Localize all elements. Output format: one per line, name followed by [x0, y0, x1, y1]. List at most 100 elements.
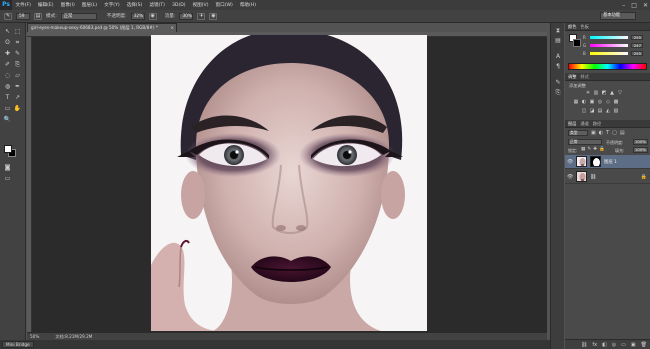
- tab-paths[interactable]: 路径: [593, 121, 601, 127]
- levels-icon[interactable]: ▥: [593, 90, 599, 96]
- eraser-tool-icon[interactable]: ▱: [13, 71, 22, 80]
- hue-saturation-icon[interactable]: ▦: [573, 99, 579, 105]
- layer-opacity-field[interactable]: 100%: [633, 139, 648, 145]
- minimize-button[interactable]: –: [622, 2, 625, 9]
- blue-value-field[interactable]: 255: [631, 50, 643, 56]
- tab-styles[interactable]: 样式: [580, 74, 588, 80]
- tab-layers[interactable]: 图层: [568, 121, 576, 127]
- color-spectrum-bar[interactable]: [568, 63, 647, 70]
- lock-icons[interactable]: ▦✎✚🔒: [581, 147, 607, 152]
- layer-kind-filter[interactable]: 类型: [568, 130, 588, 136]
- portrait-image[interactable]: [151, 35, 427, 331]
- green-slider-track[interactable]: [590, 43, 628, 47]
- workspace-select[interactable]: 基本功能: [600, 12, 636, 20]
- foreground-color-swatch[interactable]: [4, 145, 12, 153]
- new-layer-icon[interactable]: ▣: [631, 342, 636, 348]
- maximize-button[interactable]: □: [631, 2, 637, 9]
- link-layers-icon[interactable]: ⛓: [581, 342, 587, 348]
- gradient-tool-icon[interactable]: ◍: [3, 82, 12, 91]
- layer-style-icon[interactable]: fx: [592, 342, 597, 348]
- menu-help[interactable]: 帮助(H): [236, 2, 259, 8]
- threshold-icon[interactable]: ▤: [597, 108, 603, 114]
- mini-bridge-tab[interactable]: Mini Bridge: [2, 341, 34, 348]
- fill-field[interactable]: 100%: [633, 147, 648, 153]
- green-value-field[interactable]: 247: [631, 42, 643, 48]
- brush-tool-icon[interactable]: ✎: [13, 49, 22, 58]
- red-value-field[interactable]: 255: [631, 34, 643, 40]
- flow-field[interactable]: 30%: [179, 12, 194, 20]
- posterize-icon[interactable]: ◪: [589, 108, 595, 114]
- menu-image[interactable]: 图像(I): [57, 2, 78, 8]
- quick-mask-icon[interactable]: ◙: [3, 163, 12, 172]
- selective-color-icon[interactable]: ▧: [613, 108, 619, 114]
- layer-row[interactable]: 👁 ⛓ 🔒: [565, 170, 650, 184]
- black-white-icon[interactable]: ▣: [589, 99, 595, 105]
- menu-edit[interactable]: 编辑(E): [34, 2, 57, 8]
- pen-tool-icon[interactable]: ✒: [13, 82, 22, 91]
- layer-filter-icons[interactable]: ▣◐T▢▤: [591, 130, 641, 136]
- document-size-readout[interactable]: 文档:8.21M/29.2M: [55, 334, 92, 340]
- tab-swatches[interactable]: 色板: [580, 24, 588, 30]
- tab-adjustments[interactable]: 调整: [568, 74, 576, 80]
- color-lookup-icon[interactable]: ▩: [613, 99, 619, 105]
- history-panel-icon[interactable]: ⧗: [554, 27, 562, 35]
- color-balance-icon[interactable]: ◐: [581, 99, 587, 105]
- crop-tool-icon[interactable]: ⌗: [13, 38, 22, 47]
- channel-mixer-icon[interactable]: ◇: [605, 99, 611, 105]
- tab-channels[interactable]: 通道: [580, 121, 588, 127]
- visibility-eye-icon[interactable]: 👁: [567, 159, 573, 165]
- delete-layer-icon[interactable]: 🗑: [641, 342, 647, 348]
- character-panel-icon[interactable]: A: [554, 53, 562, 61]
- properties-panel-icon[interactable]: ▤: [554, 37, 562, 45]
- exposure-icon[interactable]: ▲: [609, 90, 615, 96]
- eyedropper-tool-icon[interactable]: ✚: [3, 49, 12, 58]
- color-background-swatch[interactable]: [573, 39, 581, 47]
- curves-icon[interactable]: ◩: [601, 90, 607, 96]
- airbrush-icon[interactable]: ✈: [197, 12, 206, 20]
- gradient-map-icon[interactable]: ◭: [605, 108, 611, 114]
- healing-tool-icon[interactable]: ✐: [3, 60, 12, 69]
- invert-icon[interactable]: ◫: [581, 108, 587, 114]
- move-tool-icon[interactable]: ↖: [3, 27, 12, 36]
- hand-tool-icon[interactable]: ✋: [13, 104, 22, 113]
- paragraph-panel-icon[interactable]: ¶: [554, 63, 562, 71]
- vibrance-icon[interactable]: ▽: [617, 90, 623, 96]
- blend-mode-select[interactable]: 正常: [568, 139, 602, 145]
- document-tab[interactable]: girl-eyes-makeup-sexy-60683.psd @ 50% (图…: [27, 23, 177, 32]
- zoom-tool-icon[interactable]: 🔍: [3, 115, 12, 124]
- close-document-icon[interactable]: ×: [170, 24, 174, 32]
- menu-file[interactable]: 文件(F): [12, 2, 34, 8]
- rectangle-tool-icon[interactable]: ▭: [3, 104, 12, 113]
- lasso-tool-icon[interactable]: ʘ: [3, 38, 12, 47]
- new-group-icon[interactable]: ▭: [621, 342, 626, 348]
- brightness-icon[interactable]: ☀: [585, 90, 591, 96]
- zoom-readout[interactable]: 50%: [30, 334, 39, 339]
- clone-source-panel-icon[interactable]: ⎘: [554, 89, 562, 97]
- menu-view[interactable]: 视图(V): [189, 2, 212, 8]
- opacity-field[interactable]: 32%: [130, 12, 145, 20]
- mode-select[interactable]: 正常: [60, 12, 97, 20]
- pressure-size-icon[interactable]: ◉: [209, 12, 218, 20]
- blue-slider-track[interactable]: [590, 51, 628, 55]
- type-tool-icon[interactable]: T: [3, 93, 12, 102]
- close-window-button[interactable]: ✕: [643, 2, 648, 9]
- menu-select[interactable]: 选择(S): [123, 2, 146, 8]
- visibility-eye-icon[interactable]: 👁: [567, 174, 573, 180]
- clone-stamp-tool-icon[interactable]: ⎘: [13, 60, 22, 69]
- marquee-tool-icon[interactable]: ⬚: [13, 27, 22, 36]
- new-adjustment-icon[interactable]: ◎: [612, 342, 616, 348]
- brush-size-field[interactable]: 59: [16, 12, 30, 20]
- red-slider-track[interactable]: [590, 35, 628, 39]
- menu-filter[interactable]: 滤镜(T): [146, 2, 169, 8]
- brush-panel-icon[interactable]: ▤: [34, 12, 42, 20]
- layer-name[interactable]: 图层 1: [604, 159, 617, 165]
- menu-3d[interactable]: 3D(D): [168, 3, 189, 8]
- screen-mode-icon[interactable]: ▭: [3, 174, 12, 183]
- tab-color[interactable]: 颜色: [568, 24, 576, 30]
- brush-preset-icon[interactable]: ✎: [4, 12, 12, 20]
- menu-layer[interactable]: 图层(L): [78, 2, 100, 8]
- brush-panel-strip-icon[interactable]: ✎: [554, 79, 562, 87]
- history-brush-tool-icon[interactable]: ◌: [3, 71, 12, 80]
- pressure-opacity-icon[interactable]: ◉: [148, 12, 157, 20]
- path-selection-tool-icon[interactable]: ↗: [13, 93, 22, 102]
